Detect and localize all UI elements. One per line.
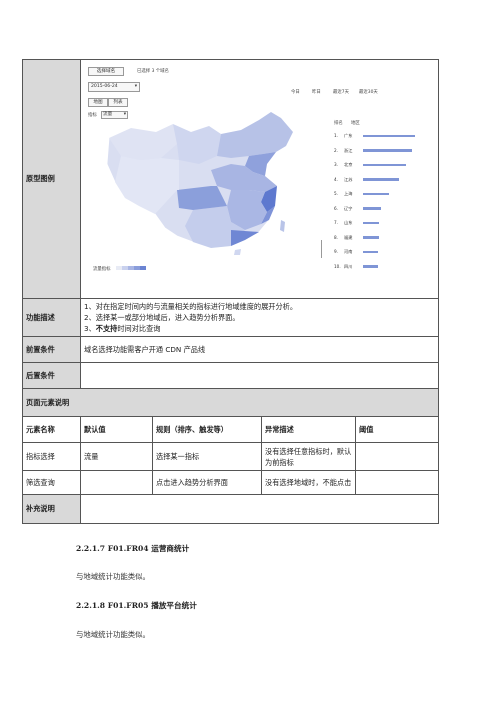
ranking-col-region: 地区	[351, 121, 360, 126]
section-heading-1: 2.2.1.7 F01.FR04 运营商统计	[76, 544, 190, 553]
ranking-bar	[363, 236, 379, 239]
cell-error: 没有选择任意指标时，默认为前指标	[261, 442, 356, 471]
prototype-cell: 选择域名 已选择 3 个域名 2015-06-24 ▾ 今日 昨日 最近7天 最…	[80, 59, 439, 299]
ranking-region: 福建	[344, 234, 353, 240]
ranking-list: 排名 地区 1. 广东 2. 浙江 3. 北京 4. 江苏 5. 上海 6. 辽宁 7. 山东 8. 福建 9.…	[331, 120, 423, 280]
cell-rule: 选择某一指标	[152, 442, 262, 471]
ranking-bar	[363, 134, 415, 137]
cell-error: 没有选择地域时，不能点击	[261, 470, 356, 495]
ranking-bar	[363, 207, 382, 210]
prototype-mockup: 选择域名 已选择 3 个域名 2015-06-24 ▾ 今日 昨日 最近7天 最…	[81, 60, 438, 298]
ranking-bar	[363, 149, 413, 152]
cell-threshold	[355, 470, 439, 495]
element-desc-label: 页面元素说明	[22, 388, 439, 417]
func-desc-value: 1、对在指定时间内的与流量相关的指标进行地域维度的展开分析。 2、选择某一或部分…	[80, 298, 439, 337]
col-error: 异常描述	[261, 416, 356, 443]
cell-name: 筛选查询	[22, 470, 81, 495]
cell-threshold	[355, 442, 439, 471]
ranking-region: 上海	[344, 191, 353, 196]
spec-table: 原型图例 选择域名 已选择 3 个域名 2015-06-24 ▾ 今日 昨日 最…	[22, 59, 439, 524]
section-text-2: 与地域统计功能类似。	[76, 630, 150, 639]
table-row: 筛选查询 点击进入趋势分析界面 没有选择地域时，不能点击	[22, 470, 439, 495]
ranking-rank: 2.	[334, 147, 338, 153]
ranking-bar	[363, 250, 378, 253]
ranking-region: 河南	[344, 249, 353, 254]
func-desc-label: 功能描述	[22, 298, 81, 337]
legend-label: 流量指标	[93, 267, 111, 272]
ranking-region: 广东	[344, 133, 353, 138]
func-desc-item-1: 1、对在指定时间内的与流量相关的指标进行地域维度的展开分析。	[84, 302, 298, 311]
col-threshold: 阈值	[355, 416, 439, 443]
col-element-name: 元素名称	[22, 416, 81, 443]
precondition-label: 前置条件	[22, 336, 81, 363]
ranking-region: 四川	[344, 263, 353, 269]
cell-default	[80, 470, 153, 495]
ranking-rank: 9.	[334, 249, 338, 254]
ranking-rank: 7.	[334, 220, 338, 225]
ranking-rank: 4.	[334, 176, 338, 182]
supplement-value	[80, 494, 439, 524]
ranking-region: 浙江	[344, 147, 353, 153]
func-desc-item-3: 3、不支持时间对比查询	[84, 324, 161, 333]
legend-swatch-5	[140, 266, 146, 270]
supplement-label: 补充说明	[22, 494, 81, 524]
ranking-bar	[363, 221, 379, 224]
ranking-rank: 3.	[334, 162, 338, 167]
ranking-rank: 5.	[334, 191, 338, 196]
ranking-rank: 10.	[334, 263, 341, 269]
ranking-region: 北京	[344, 162, 353, 167]
section-heading-2: 2.2.1.8 F01.FR05 播放平台统计	[76, 601, 197, 610]
prototype-label: 原型图例	[22, 59, 81, 299]
ranking-rank: 8.	[334, 234, 338, 240]
ranking-bar	[363, 192, 389, 195]
postcondition-label: 后置条件	[22, 362, 81, 389]
ranking-region: 辽宁	[344, 205, 353, 211]
section-text-1: 与地域统计功能类似。	[76, 572, 150, 581]
precondition-value: 域名选择功能需客户开通 CDN 产品线	[80, 336, 439, 363]
ranking-region: 山东	[344, 220, 353, 225]
cell-default: 流量	[80, 442, 153, 471]
postcondition-value	[80, 362, 439, 389]
ranking-bar	[363, 163, 406, 166]
table-row: 指标选择 流量 选择某一指标 没有选择任意指标时，默认为前指标	[22, 442, 439, 471]
func-desc-item-2: 2、选择某一或部分地域后，进入趋势分析界面。	[84, 313, 240, 322]
col-rule: 规则（排序、触发等）	[152, 416, 262, 443]
col-default: 默认值	[80, 416, 153, 443]
ranking-bar	[363, 265, 378, 268]
ranking-region: 江苏	[344, 176, 353, 182]
cell-rule: 点击进入趋势分析界面	[152, 470, 262, 495]
ranking-col-rank: 排名	[334, 121, 343, 126]
ranking-rank: 1.	[334, 133, 338, 138]
cell-name: 指标选择	[22, 442, 81, 471]
ranking-rank: 6.	[334, 205, 338, 211]
ranking-bar	[363, 178, 400, 181]
